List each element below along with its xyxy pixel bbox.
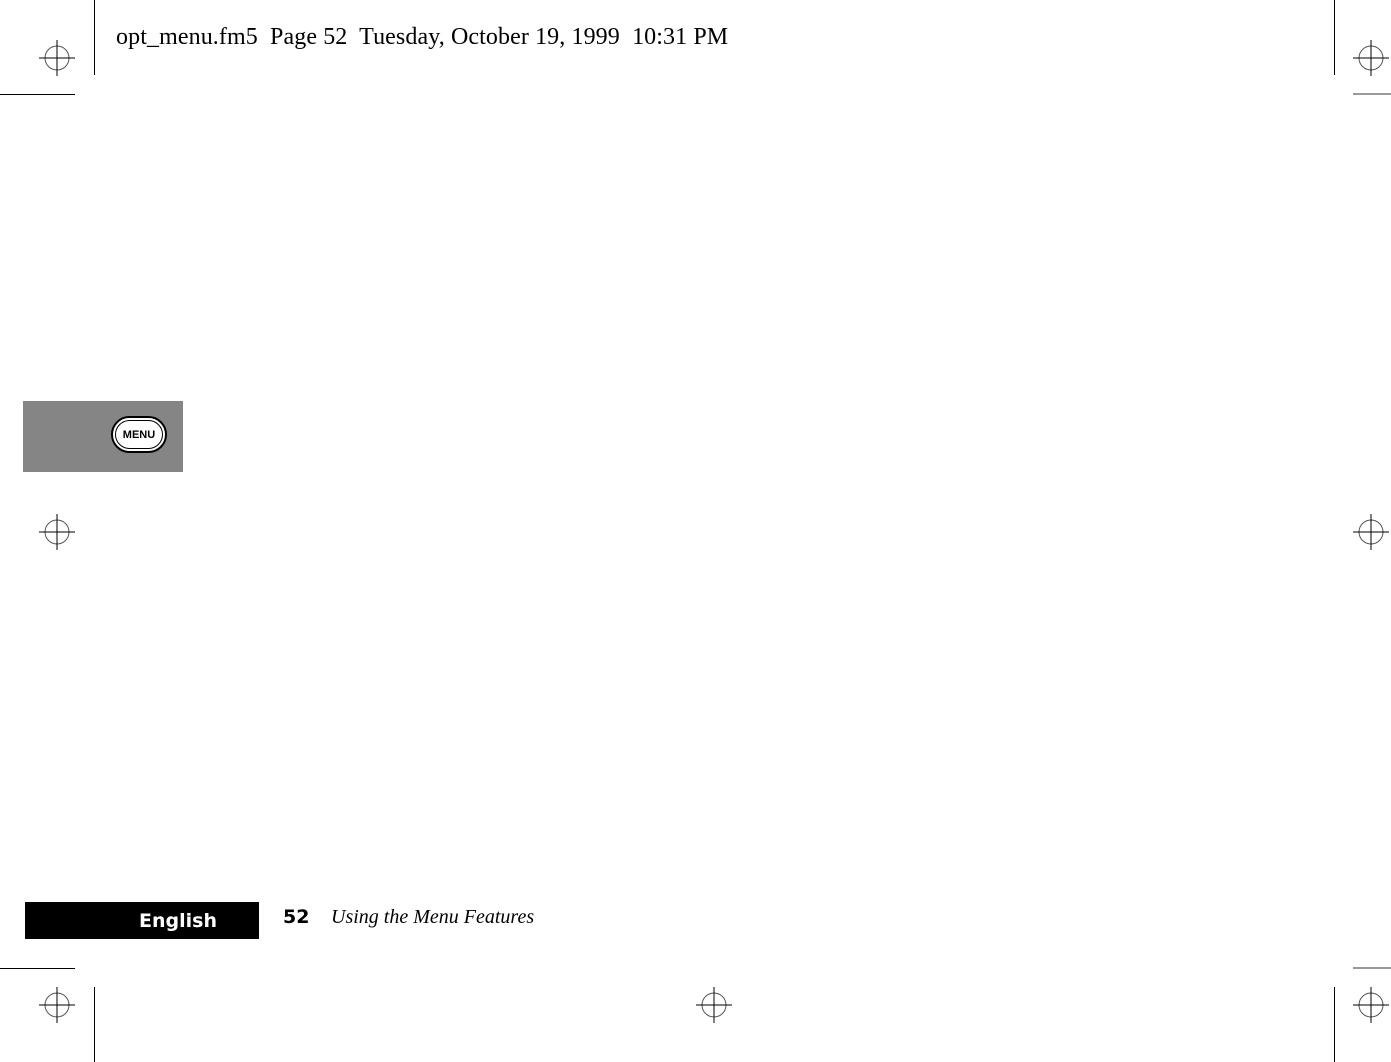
crop-mark-top-left-vertical: [94, 0, 95, 75]
crop-mark-top-right-horizontal: [1353, 93, 1391, 95]
menu-side-tab: MENU: [23, 401, 183, 472]
crosshair-registration-icon: [1353, 40, 1389, 76]
menu-key-icon: MENU: [111, 416, 167, 453]
crosshair-registration-icon: [39, 987, 75, 1023]
page-number: 52: [283, 906, 310, 928]
section-title: Using the Menu Features: [331, 906, 535, 928]
crop-mark-top-right-vertical: [1334, 0, 1335, 75]
crosshair-registration-icon: [1353, 514, 1389, 550]
menu-key-label: MENU: [115, 420, 163, 449]
print-info-header: opt_menu.fm5 Page 52 Tuesday, October 19…: [116, 24, 729, 50]
crop-mark-bottom-right-horizontal: [1353, 967, 1391, 969]
crosshair-registration-icon: [39, 514, 75, 550]
crosshair-registration-icon: [696, 987, 732, 1023]
crop-mark-bottom-left-vertical: [94, 987, 95, 1062]
crop-mark-top-left-horizontal: [0, 94, 75, 95]
crop-mark-bottom-right-vertical: [1334, 987, 1335, 1062]
crosshair-registration-icon: [39, 40, 75, 76]
crosshair-registration-icon: [1353, 987, 1389, 1023]
crop-mark-bottom-left-horizontal: [0, 968, 75, 969]
language-tab: English: [25, 902, 259, 939]
